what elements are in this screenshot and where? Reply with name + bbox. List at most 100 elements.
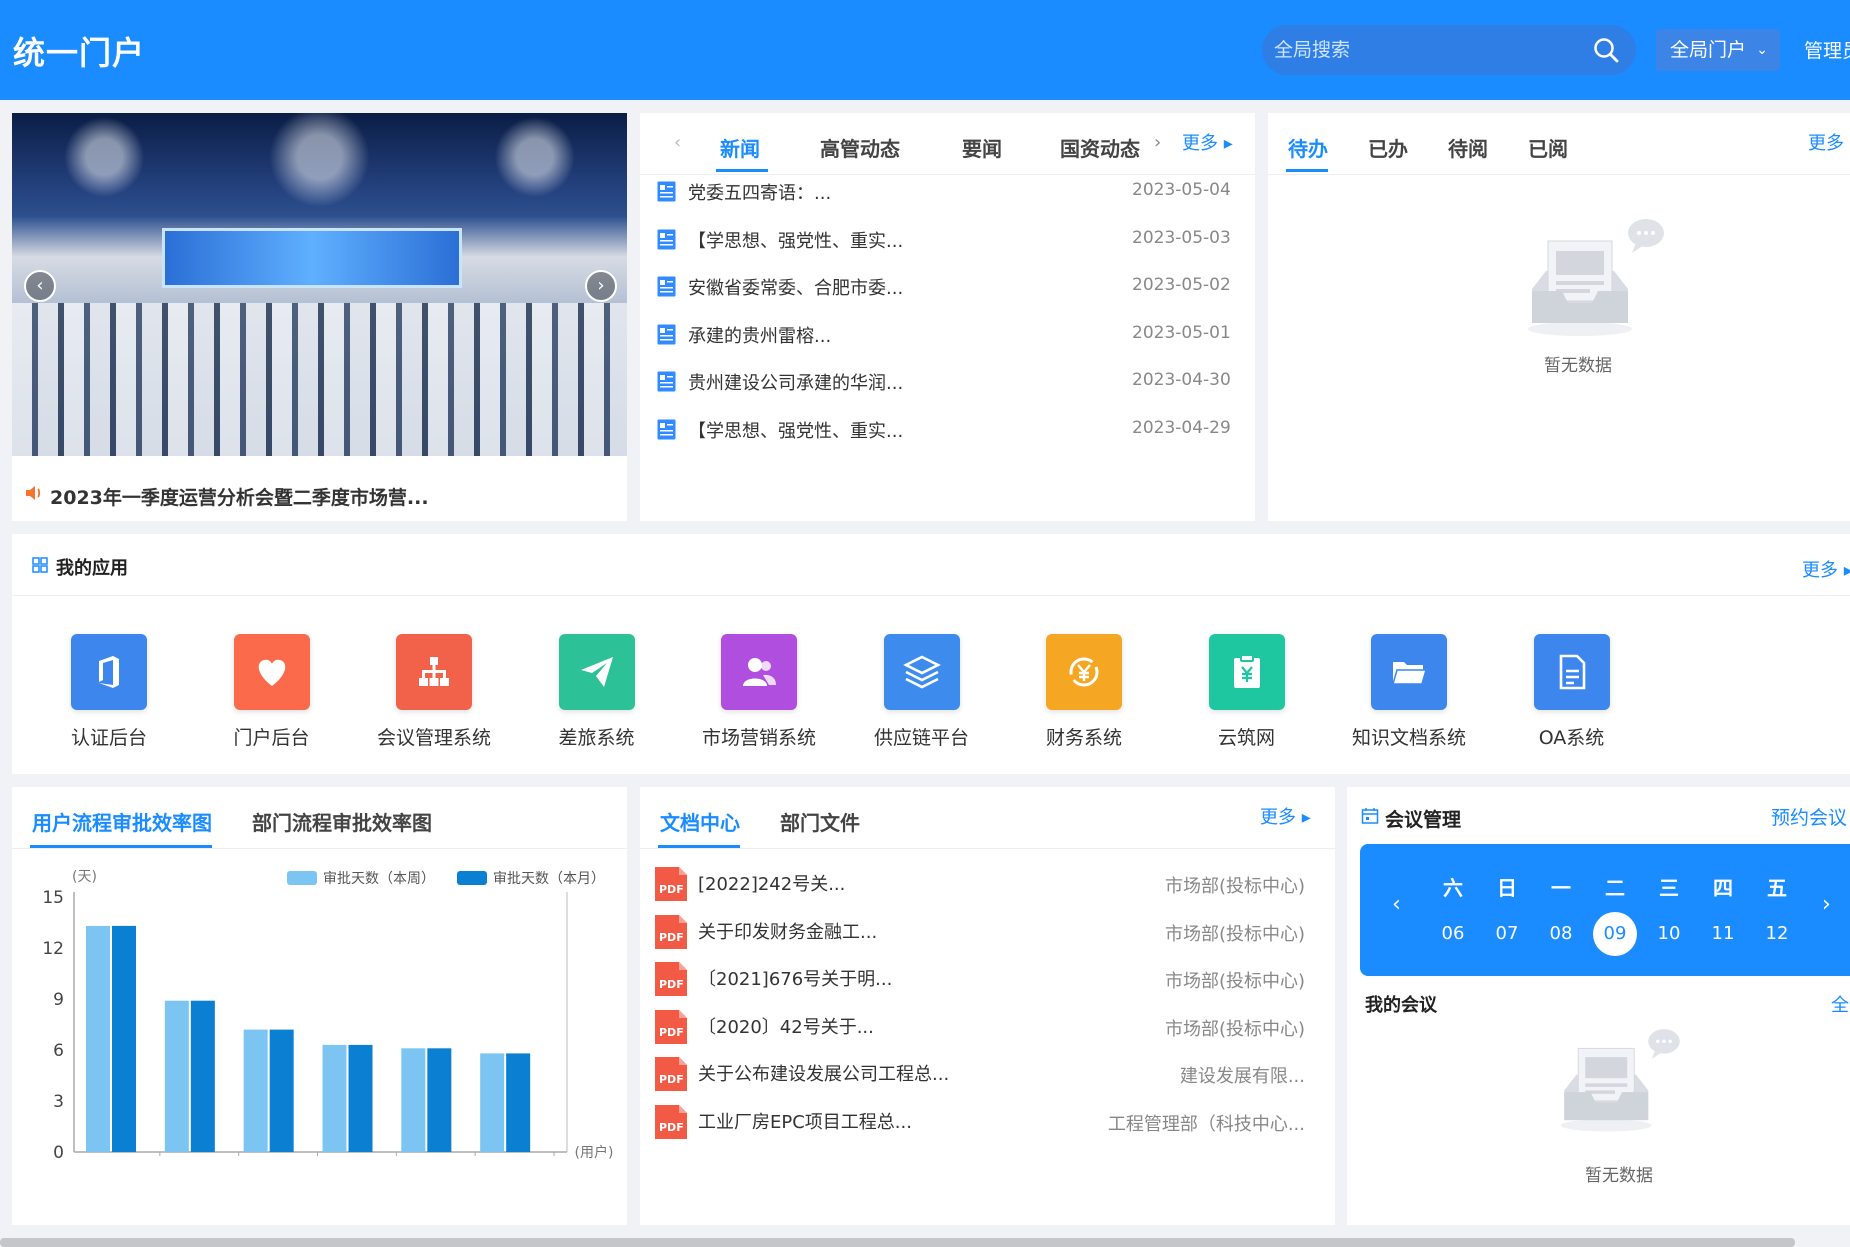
doc-title[interactable]: 〔2020〕42号关于... (698, 1013, 874, 1039)
carousel-next-button[interactable]: › (585, 270, 617, 302)
my-meetings-title: 我的会议 (1365, 995, 1437, 1016)
calendar-weekday: 日 (1497, 876, 1517, 900)
tab-user-approval-chart[interactable]: 用户流程审批效率图 (32, 807, 212, 836)
app-label[interactable]: 云筑网 (1172, 723, 1322, 750)
bar-week (480, 1053, 505, 1152)
calendar-weekday: 三 (1659, 876, 1679, 900)
legend-swatch (457, 871, 487, 885)
portal-logo[interactable]: 统一门户 (13, 28, 145, 74)
chart-divider (12, 848, 627, 849)
horizontal-scrollbar[interactable] (0, 1238, 1795, 1247)
portal-dropdown[interactable]: 全局门户 ⌄ (1656, 29, 1780, 71)
app-label[interactable]: 知识文档系统 (1334, 723, 1484, 750)
legend-label: 审批天数（本月） (493, 871, 605, 887)
pdf-icon-label: PDF (659, 1120, 684, 1134)
all-meetings-link[interactable]: 全部 (1831, 991, 1850, 1017)
tab-underline (716, 169, 768, 172)
app-label[interactable]: OA系统 (1497, 723, 1647, 750)
empty-inbox-icon (1560, 1029, 1680, 1132)
app-label[interactable]: 差旅系统 (522, 723, 672, 750)
tab-dept-files[interactable]: 部门文件 (780, 807, 860, 836)
calendar-day[interactable]: 08 (1539, 912, 1583, 956)
pdf-icon-label: PDF (659, 1073, 684, 1086)
news-date: 2023-04-29 (1132, 417, 1231, 438)
tab-headlines[interactable]: 要闻 (962, 133, 1002, 162)
tab-to-read[interactable]: 待阅 (1448, 133, 1488, 162)
layers-icon[interactable] (883, 634, 960, 710)
tab-todo[interactable]: 待办 (1288, 133, 1328, 162)
y-axis-label: (天) (72, 869, 97, 885)
office-icon[interactable] (71, 634, 147, 710)
app-label[interactable]: 认证后台 (34, 723, 184, 750)
app-label[interactable]: 市场营销系统 (684, 723, 834, 750)
news-doc-icon (657, 181, 676, 202)
speaker-icon (26, 486, 41, 500)
pdf-icon: PDF (655, 914, 687, 949)
users-icon[interactable] (721, 634, 797, 710)
search-input[interactable] (1274, 25, 1574, 75)
carousel-prev-button[interactable]: ‹ (24, 270, 56, 302)
tab-news[interactable]: 新闻 (720, 133, 760, 162)
bar-week (322, 1044, 347, 1152)
tab-dept-approval-chart[interactable]: 部门流程审批效率图 (252, 807, 432, 836)
news-title[interactable]: 党委五四寄语：... (688, 179, 831, 205)
tasks-empty-text: 暂无数据 (1544, 356, 1612, 376)
docs-more-link[interactable]: 更多 ▸ (1260, 803, 1311, 829)
tab-doc-center[interactable]: 文档中心 (660, 807, 740, 836)
tasks-more-link[interactable]: 更多 (1808, 129, 1844, 155)
app-label[interactable]: 会议管理系统 (359, 723, 509, 750)
search-icon[interactable] (1592, 36, 1620, 64)
news-doc-icon (657, 229, 676, 249)
document-icon[interactable] (1533, 634, 1610, 710)
folder-icon[interactable] (1371, 634, 1447, 710)
calendar-icon (1361, 808, 1379, 824)
doc-title[interactable]: 关于公布建设发展公司工程总... (698, 1060, 949, 1086)
news-tabs-next-icon[interactable]: › (1154, 132, 1161, 153)
app-label[interactable]: 财务系统 (1009, 723, 1159, 750)
news-date: 2023-05-02 (1132, 275, 1231, 295)
tab-done[interactable]: 已办 (1368, 133, 1408, 162)
doc-title[interactable]: [2022]242号关... (698, 870, 845, 896)
carousel-caption[interactable]: 2023年一季度运营分析会暨二季度市场营... (50, 483, 429, 510)
apps-more-link[interactable]: 更多 ▸ (1802, 556, 1850, 582)
news-more-link[interactable]: 更多 ▸ (1182, 129, 1233, 155)
app-label[interactable]: 供应链平台 (847, 723, 997, 750)
bar-week (401, 1048, 426, 1152)
calendar-day[interactable]: 06 (1431, 912, 1475, 956)
calendar-day[interactable]: 09 (1593, 912, 1637, 956)
calendar-day[interactable]: 12 (1755, 912, 1799, 956)
doc-title[interactable]: 工业厂房EPC项目工程总... (698, 1108, 912, 1134)
y-tick-label: 0 (53, 1143, 64, 1163)
yuan-cycle-icon[interactable] (1046, 634, 1122, 710)
calendar-prev-icon[interactable]: ‹ (1392, 892, 1401, 917)
clipboard-yuan-icon[interactable] (1208, 634, 1285, 710)
paper-plane-icon[interactable] (558, 634, 635, 710)
calendar-next-icon[interactable]: › (1822, 892, 1831, 917)
carousel-image[interactable] (12, 113, 627, 456)
doc-title[interactable]: 关于印发财务金融工... (698, 918, 877, 944)
tab-executive[interactable]: 高管动态 (820, 133, 900, 162)
org-chart-icon[interactable] (396, 634, 472, 710)
bar-week (164, 1000, 189, 1152)
news-title[interactable]: 贵州建设公司承建的华润... (688, 369, 903, 395)
y-tick-label: 12 (42, 939, 64, 959)
calendar-day[interactable]: 07 (1485, 912, 1529, 956)
news-title[interactable]: 承建的贵州雷榕... (688, 322, 831, 348)
doc-title[interactable]: 〔2021]676号关于明... (698, 965, 892, 991)
pdf-icon-label: PDF (659, 978, 684, 991)
admin-menu[interactable]: 管理员 (1804, 36, 1850, 63)
calendar-day[interactable]: 10 (1647, 912, 1691, 956)
news-title[interactable]: 【学思想、强党性、重实... (688, 417, 903, 443)
audience (12, 303, 627, 456)
app-label[interactable]: 门户后台 (197, 723, 347, 750)
tab-sasac[interactable]: 国资动态 (1060, 133, 1140, 162)
news-title[interactable]: 安徽省委常委、合肥市委... (688, 274, 903, 300)
tab-read[interactable]: 已阅 (1528, 133, 1568, 162)
heart-icon[interactable] (233, 634, 310, 710)
book-meeting-link[interactable]: 预约会议 (1771, 803, 1847, 830)
news-date: 2023-05-04 (1132, 180, 1231, 200)
stage-screen (162, 228, 462, 288)
news-tabs-prev-icon[interactable]: ‹ (674, 132, 681, 153)
calendar-day[interactable]: 11 (1701, 912, 1745, 956)
news-title[interactable]: 【学思想、强党性、重实... (688, 227, 903, 253)
